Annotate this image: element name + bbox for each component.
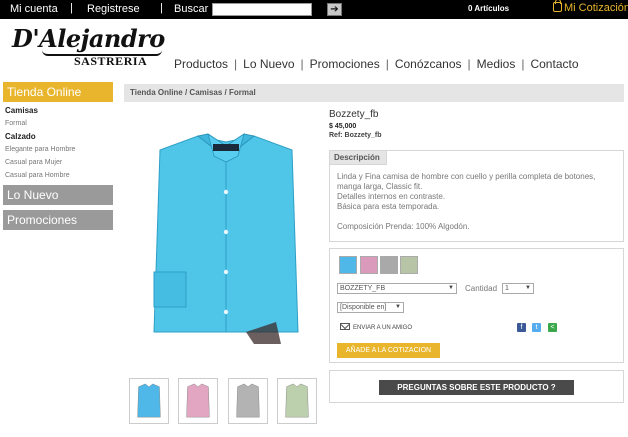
sidebar-item-casual-hombre[interactable]: Casual para Hombre [5,169,115,182]
color-swatch-gray[interactable] [380,256,398,274]
product-image[interactable] [146,132,306,347]
shirt-illustration [153,133,299,344]
sidebar-category-list: Camisas Formal Calzado Elegante para Hom… [5,104,115,182]
share-icon[interactable]: < [548,323,557,332]
availability-value: [Disponible en] [340,304,387,311]
nav-separator: | [521,57,525,71]
logo-script: D'Alejandro [12,24,165,53]
product-name: Bozzety_fb [329,109,379,120]
product-questions-button[interactable]: PREGUNTAS SOBRE ESTE PRODUCTO ? [379,380,574,395]
variant-select-value: BOZZETY_FB [340,285,386,292]
search-input[interactable] [212,3,312,16]
thumbnail-shirt-icon [236,383,260,418]
sidebar-item-formal[interactable]: Formal [5,117,115,130]
nav-separator: | [385,57,389,71]
nav-separator: | [467,57,471,71]
availability-select[interactable]: [Disponible en] ▼ [337,302,404,313]
description-line: Linda y Fina camisa de hombre con cuello… [337,172,596,181]
product-ref: Ref: Bozzety_fb [329,132,382,139]
send-to-friend-link[interactable]: ENVIAR A UN AMIGO [340,323,412,331]
thumbnail-green[interactable] [277,378,317,424]
product-price: $ 45,000 [329,123,357,130]
quote-label: Mi Cotización [564,2,628,14]
tab-descripcion[interactable]: Descripción [330,151,387,165]
sidebar-lo-nuevo[interactable]: Lo Nuevo [3,185,113,205]
nav-contacto[interactable]: Contacto [530,57,578,71]
description-line: Detalles internos en contraste. [337,192,446,201]
chevron-down-icon: ▼ [448,285,454,291]
color-swatch-pink[interactable] [360,256,378,274]
variant-select[interactable]: BOZZETY_FB ▼ [337,283,457,294]
description-text: Linda y Fina camisa de hombre con cuello… [337,172,617,232]
search-label: Buscar [174,3,209,15]
logo-subtitle: SASTRERIA [74,54,148,68]
sidebar-item-calzado[interactable]: Calzado [5,130,115,143]
sidebar-item-camisas[interactable]: Camisas [5,104,115,117]
questions-panel: PREGUNTAS SOBRE ESTE PRODUCTO ? [329,370,624,403]
register-link[interactable]: Registrese [87,3,140,15]
composition-line: Composición Prenda: 100% Algodón. [337,222,470,231]
sidebar-item-elegante-hombre[interactable]: Elegante para Hombre [5,143,115,156]
send-to-friend-label: ENVIAR A UN AMIGO [353,325,413,331]
sidebar-tienda-online[interactable]: Tienda Online [3,82,113,102]
thumbnail-blue[interactable] [129,378,169,424]
top-separator: | [70,2,73,14]
description-panel: Descripción Linda y Fina camisa de hombr… [329,150,624,242]
quote-link[interactable]: Mi Cotización [553,0,628,14]
thumbnail-strip [129,378,324,424]
nav-medios[interactable]: Medios [477,57,516,71]
description-line: Básica para esta temporada. [337,202,440,211]
purchase-options-panel: BOZZETY_FB ▼ Cantidad 1 ▼ [Disponible en… [329,248,624,363]
nav-conozcanos[interactable]: Conózcanos [395,57,462,71]
nav-lo-nuevo[interactable]: Lo Nuevo [243,57,294,71]
color-swatch-green[interactable] [400,256,418,274]
quantity-label: Cantidad [465,284,498,293]
shopping-bag-icon [553,0,562,12]
nav-separator: | [300,57,304,71]
logo[interactable]: D'Alejandro SASTRERIA [12,24,165,70]
twitter-icon[interactable]: t [532,323,541,332]
description-line: manga larga, Classic fit. [337,182,423,191]
thumbnail-shirt-icon [137,383,161,418]
my-account-link[interactable]: Mi cuenta [10,3,58,15]
thumbnail-shirt-icon [186,383,210,418]
top-bar: Mi cuenta | Registrese | Buscar ➔ 0 Artí… [0,0,628,19]
nav-separator: | [234,57,238,71]
add-to-quote-button[interactable]: AÑADE A LA COTIZACION [337,343,440,358]
thumbnail-pink[interactable] [178,378,218,424]
envelope-icon [340,323,350,330]
sidebar-item-casual-mujer[interactable]: Casual para Mujer [5,156,115,169]
sidebar-promociones[interactable]: Promociones [3,210,113,230]
quantity-select[interactable]: 1 ▼ [502,283,534,294]
color-swatch-blue[interactable] [339,256,357,274]
facebook-icon[interactable]: f [517,323,526,332]
breadcrumb[interactable]: Tienda Online / Camisas / Formal [124,84,624,102]
thumbnail-gray[interactable] [228,378,268,424]
nav-productos[interactable]: Productos [174,57,228,71]
thumbnail-shirt-icon [285,383,309,418]
chevron-down-icon: ▼ [525,285,531,291]
search-button[interactable]: ➔ [327,3,342,16]
nav-promociones[interactable]: Promociones [310,57,380,71]
quantity-value: 1 [505,285,509,292]
main-nav: Productos | Lo Nuevo | Promociones | Conózcano… [174,57,579,71]
top-separator: | [160,2,163,14]
cart-count[interactable]: 0 Artículos [468,4,509,13]
chevron-down-icon: ▼ [395,304,401,310]
